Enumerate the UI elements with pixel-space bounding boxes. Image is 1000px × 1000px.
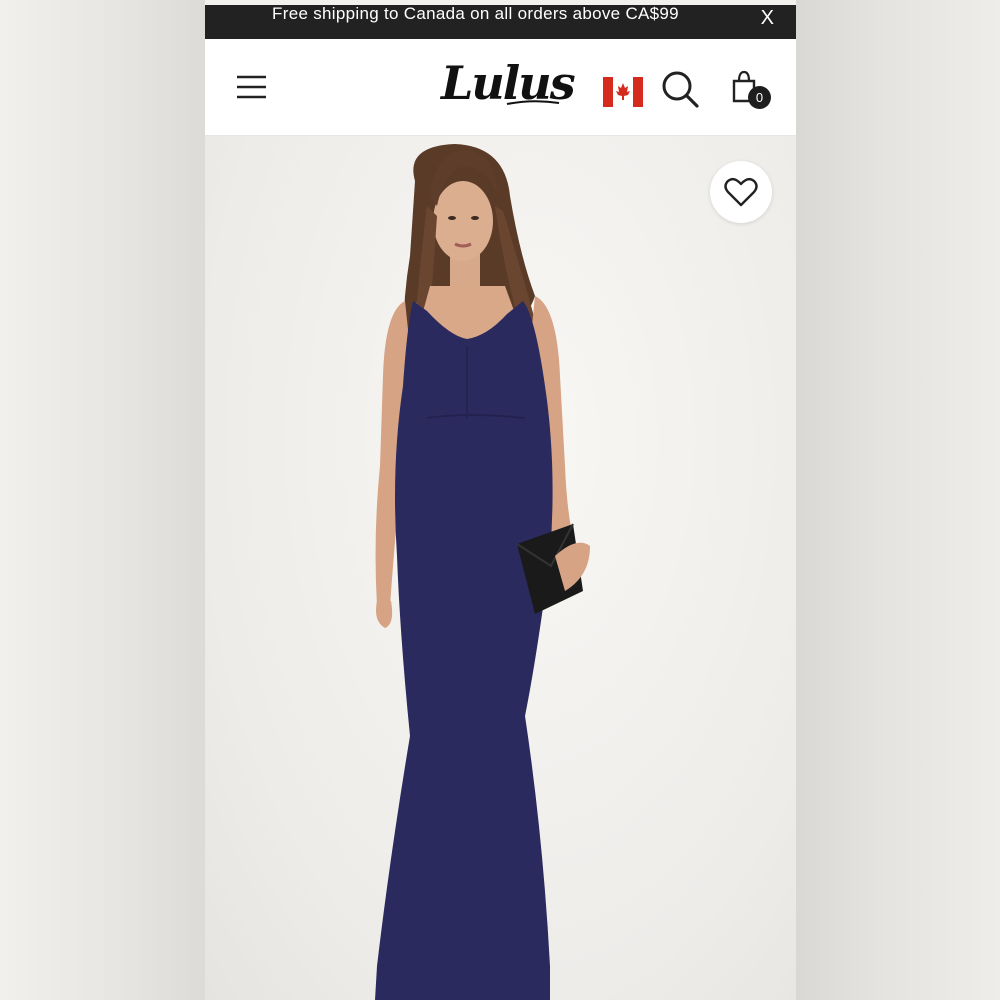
cart-count-badge: 0 [748, 86, 771, 109]
canada-flag-icon[interactable] [603, 77, 643, 107]
product-image[interactable] [205, 136, 796, 1000]
hamburger-menu-icon[interactable] [233, 71, 271, 103]
search-icon[interactable] [660, 69, 700, 109]
mobile-page: Free shipping to Canada on all orders ab… [205, 0, 796, 1000]
wishlist-button[interactable] [710, 161, 772, 223]
promo-close-button[interactable]: X [761, 5, 774, 31]
background-right [796, 0, 1000, 1000]
heart-icon [724, 177, 758, 207]
site-header: Lulus 0 [205, 39, 796, 136]
background-left [0, 0, 205, 1000]
promo-text: Free shipping to Canada on all orders ab… [272, 4, 679, 23]
promo-bar: Free shipping to Canada on all orders ab… [205, 4, 796, 39]
model-in-navy-gown [375, 144, 590, 1000]
logo-swash [506, 100, 560, 105]
